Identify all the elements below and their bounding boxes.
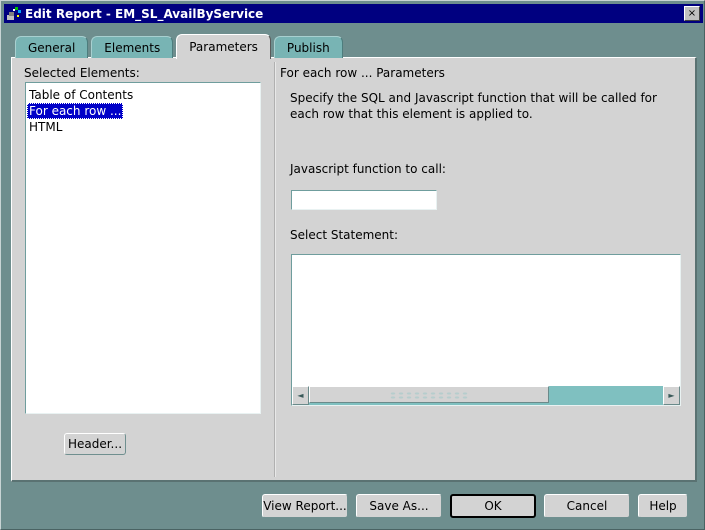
description-text: Specify the SQL and Javascript function … bbox=[290, 91, 657, 121]
panel-divider bbox=[274, 62, 276, 477]
list-item-label[interactable]: HTML bbox=[27, 119, 62, 135]
edit-report-window: Edit Report - EM_SL_AvailByService × Gen… bbox=[0, 0, 705, 530]
chevron-left-icon: ◄ bbox=[297, 390, 304, 400]
parameters-panel: Selected Elements: Table of Contents For… bbox=[11, 57, 697, 482]
selected-elements-label: Selected Elements: bbox=[24, 66, 140, 80]
save-as-button[interactable]: Save As... bbox=[356, 494, 442, 518]
header-button[interactable]: Header... bbox=[64, 433, 126, 455]
select-statement-container: ◄ ► bbox=[291, 254, 681, 406]
scroll-left-arrow-icon[interactable]: ◄ bbox=[292, 386, 309, 405]
report-app-icon bbox=[6, 6, 22, 22]
scrollbar-track[interactable] bbox=[309, 386, 663, 405]
title-bar: Edit Report - EM_SL_AvailByService × bbox=[4, 4, 703, 23]
select-statement-label: Select Statement: bbox=[290, 228, 399, 242]
chevron-right-icon: ► bbox=[668, 390, 675, 400]
tab-publish[interactable]: Publish bbox=[273, 36, 343, 58]
close-icon[interactable]: × bbox=[684, 6, 700, 21]
page-title: For each row ... Parameters bbox=[280, 66, 445, 80]
ok-button[interactable]: OK bbox=[450, 494, 536, 518]
help-button[interactable]: Help bbox=[638, 494, 688, 518]
view-report-button[interactable]: View Report... bbox=[262, 494, 348, 518]
tab-strip: General Elements Parameters Publish bbox=[15, 34, 346, 59]
list-item[interactable]: Table of Contents bbox=[27, 84, 259, 102]
cancel-button[interactable]: Cancel bbox=[544, 494, 630, 518]
select-statement-textarea[interactable] bbox=[292, 255, 680, 386]
selected-elements-listbox[interactable]: Table of Contents For each row ... HTML bbox=[25, 82, 261, 414]
scrollbar-grip-icon bbox=[389, 391, 469, 398]
scroll-right-arrow-icon[interactable]: ► bbox=[663, 386, 680, 405]
list-item[interactable]: HTML bbox=[27, 116, 259, 135]
tab-general[interactable]: General bbox=[15, 36, 89, 58]
list-item[interactable]: For each row ... bbox=[27, 100, 259, 119]
window-title: Edit Report - EM_SL_AvailByService bbox=[25, 6, 264, 21]
horizontal-scrollbar[interactable]: ◄ ► bbox=[292, 386, 680, 405]
scrollbar-thumb[interactable] bbox=[309, 386, 549, 403]
javascript-function-label: Javascript function to call: bbox=[290, 162, 446, 176]
tab-elements[interactable]: Elements bbox=[91, 36, 174, 58]
tab-parameters[interactable]: Parameters bbox=[176, 34, 271, 59]
javascript-function-input[interactable] bbox=[291, 190, 437, 210]
